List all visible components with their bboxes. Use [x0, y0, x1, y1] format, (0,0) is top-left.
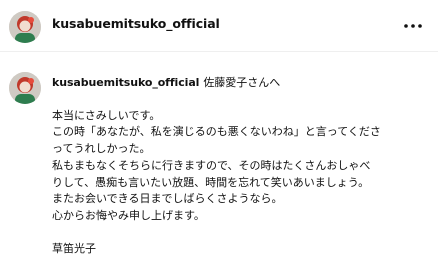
comment-body: kusabuemitsuko_official 佐藤愛子さんへ 本当にさみしいです… — [52, 75, 432, 256]
comment-mention-text: 佐藤愛子さんへ — [203, 76, 281, 89]
caption-line: 心からお悔やみ申し上げます。 — [52, 208, 205, 222]
post-header: kusabuemitsuko_official — [0, 0, 438, 52]
caption-line: またお会いできる日までしばらくさようなら。 — [52, 192, 283, 206]
caption-line: 本当にさみしいです。 — [52, 108, 161, 122]
caption-signature: 草笛光子 — [52, 242, 96, 256]
comment-avatar[interactable] — [9, 72, 41, 104]
avatar-image — [9, 11, 41, 43]
header-username[interactable]: kusabuemitsuko_official — [52, 16, 220, 31]
profile-avatar[interactable] — [9, 11, 41, 43]
comment-username[interactable]: kusabuemitsuko_official — [52, 76, 199, 89]
caption-line: この時「あなたが、私を演じるのも悪くないわね」と言ってくださ — [52, 125, 381, 139]
avatar-image — [9, 72, 41, 104]
comment-head: kusabuemitsuko_official 佐藤愛子さんへ — [52, 75, 432, 92]
caption-line: 私もまもなくそちらに行きますので、その時はたくさんおしゃべ — [52, 158, 371, 172]
more-options-icon[interactable] — [402, 22, 424, 30]
caption-line: ってうれしかった。 — [52, 142, 151, 156]
instagram-post-panel: kusabuemitsuko_official kusabuemitsuko_o… — [0, 0, 438, 256]
caption-line: りして、愚痴も言いたい放題、時間を忘れて笑いあいましょう。 — [52, 175, 370, 189]
